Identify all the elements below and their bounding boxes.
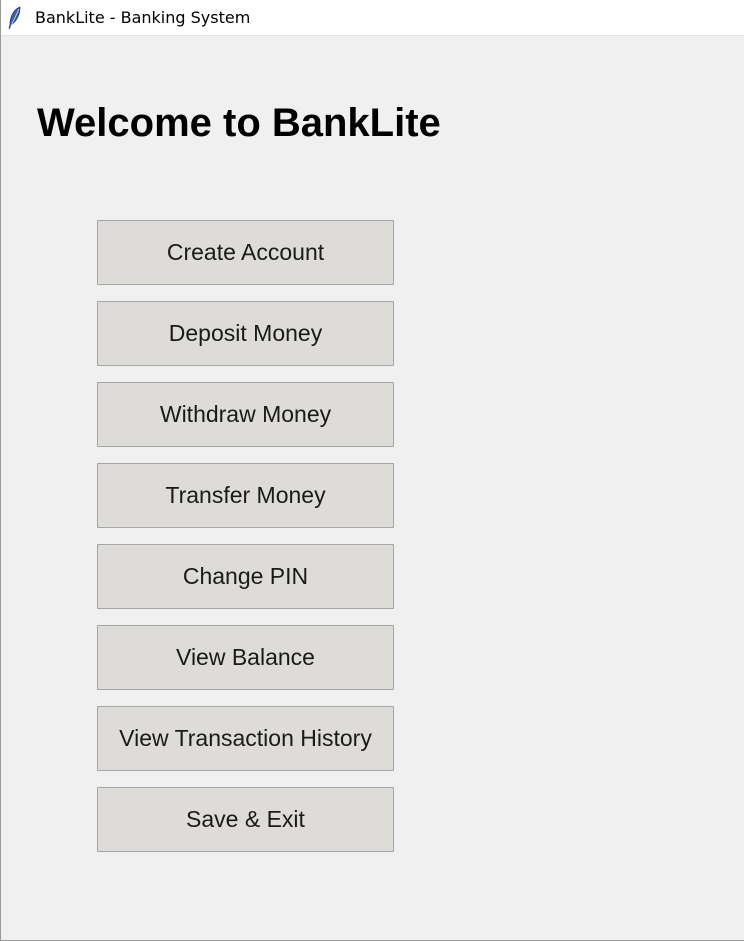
view-transaction-history-button[interactable]: View Transaction History	[97, 706, 394, 771]
feather-icon	[7, 6, 23, 30]
window-title: BankLite - Banking System	[35, 8, 251, 27]
deposit-money-button[interactable]: Deposit Money	[97, 301, 394, 366]
page-title: Welcome to BankLite	[37, 101, 441, 145]
change-pin-button[interactable]: Change PIN	[97, 544, 394, 609]
view-balance-button[interactable]: View Balance	[97, 625, 394, 690]
save-exit-button[interactable]: Save & Exit	[97, 787, 394, 852]
withdraw-money-button[interactable]: Withdraw Money	[97, 382, 394, 447]
transfer-money-button[interactable]: Transfer Money	[97, 463, 394, 528]
title-bar[interactable]: BankLite - Banking System	[1, 0, 744, 36]
app-window: BankLite - Banking System Welcome to Ban…	[0, 0, 744, 941]
create-account-button[interactable]: Create Account	[97, 220, 394, 285]
